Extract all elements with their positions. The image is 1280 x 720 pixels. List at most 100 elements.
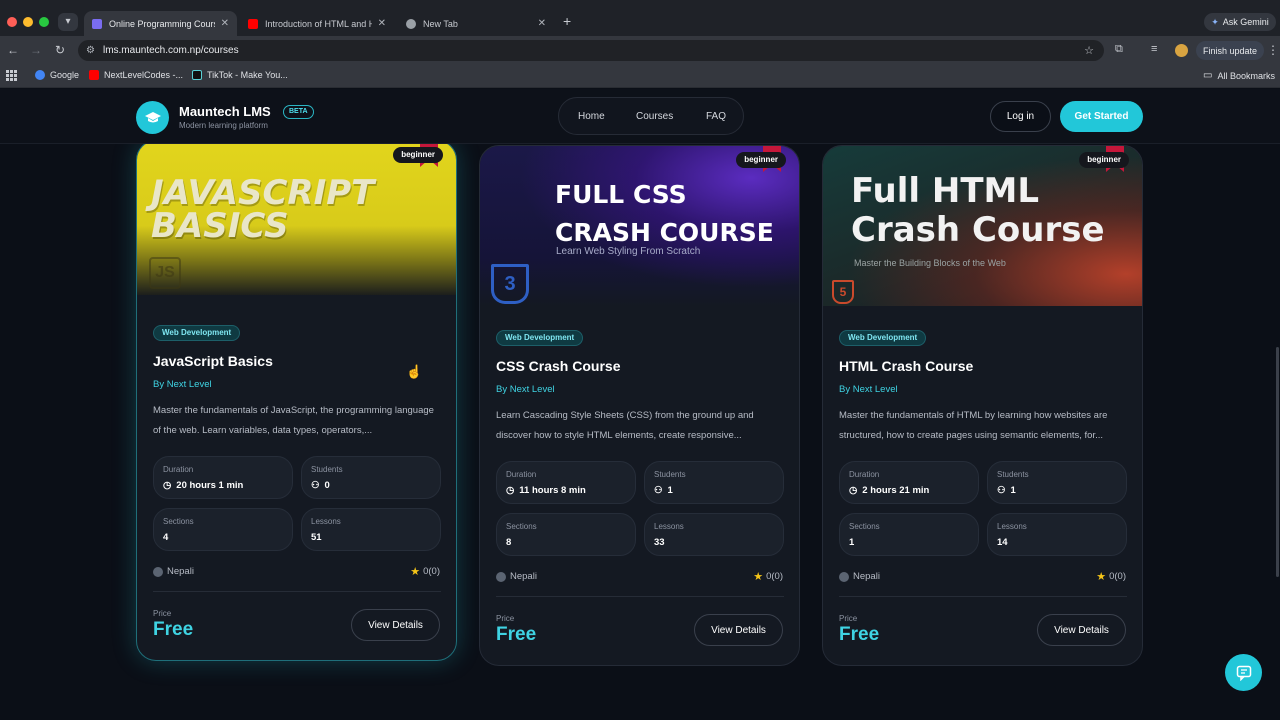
bookmark-star-icon[interactable]: ☆	[1084, 44, 1094, 57]
site-favicon-icon	[92, 18, 102, 29]
stat-label: Duration	[163, 465, 194, 474]
course-title[interactable]: JavaScript Basics	[153, 353, 273, 369]
js-logo-icon: JS	[149, 257, 181, 289]
clock-icon: ◷	[163, 480, 172, 491]
extensions-puzzle-icon[interactable]: ⧉	[1115, 43, 1123, 56]
youtube-favicon-icon	[248, 18, 258, 29]
star-icon: ★	[753, 571, 764, 583]
nav-home[interactable]: Home	[578, 111, 605, 122]
tab-title: Introduction of HTML and Ho	[265, 18, 372, 29]
stat-sections: Sections 4	[153, 508, 293, 551]
stat-value: 4	[163, 532, 169, 543]
tiktok-icon	[192, 70, 202, 80]
stat-value: 1	[1010, 485, 1016, 496]
course-price: Free	[839, 624, 880, 645]
gemini-sparkle-icon: ✦	[1211, 16, 1219, 27]
stat-label: Students	[997, 470, 1029, 479]
course-card-css-crash-course[interactable]: FULL CSS CRASH COURSE Learn Web Styling …	[479, 145, 800, 666]
brand-name[interactable]: Mauntech LMS	[179, 104, 271, 119]
close-tab-icon[interactable]: ✕	[378, 18, 386, 29]
stat-label: Sections	[163, 517, 194, 526]
site-info-icon[interactable]: ⚙	[86, 45, 95, 56]
page-scrollbar[interactable]	[1276, 347, 1279, 577]
stat-label: Students	[654, 470, 686, 479]
bookmark-google[interactable]: Google	[35, 70, 79, 80]
nav-courses[interactable]: Courses	[636, 111, 673, 122]
stat-value: 1	[849, 537, 855, 548]
address-bar[interactable]: ⚙ lms.mauntech.com.np/courses ☆	[78, 40, 1104, 61]
users-icon: ⚇	[311, 480, 320, 491]
course-description: Learn Cascading Style Sheets (CSS) from …	[496, 410, 754, 441]
stat-students: Students ⚇ 0	[301, 456, 441, 499]
media-queue-icon[interactable]: ≡	[1151, 43, 1157, 55]
profile-avatar[interactable]	[1175, 44, 1188, 57]
login-button[interactable]: Log in	[990, 101, 1051, 132]
category-badge: Web Development	[839, 330, 927, 346]
view-details-button[interactable]: View Details	[1037, 614, 1126, 646]
stat-label: Sections	[506, 522, 537, 531]
tab-new-tab[interactable]: New Tab ✕	[398, 11, 554, 36]
language-label: Nepali	[167, 566, 194, 577]
close-window-button[interactable]	[7, 17, 17, 27]
new-tab-plus-icon[interactable]: +	[563, 13, 571, 29]
language-label: Nepali	[853, 571, 880, 582]
get-started-button[interactable]: Get Started	[1060, 101, 1143, 132]
view-details-button[interactable]: View Details	[351, 609, 440, 641]
view-details-button[interactable]: View Details	[694, 614, 783, 646]
tab-search-chevron-icon[interactable]: ▾	[58, 13, 78, 31]
stat-value: 14	[997, 537, 1008, 548]
reload-icon[interactable]: ↻	[55, 43, 65, 57]
chat-icon[interactable]	[1225, 654, 1262, 691]
graduation-cap-icon[interactable]	[136, 101, 169, 134]
bookmark-tiktok[interactable]: TikTok - Make You...	[192, 70, 288, 80]
category-badge: Web Development	[496, 330, 584, 346]
course-banner: JAVASCRIPT BASICS JS beginner	[137, 141, 456, 295]
brand-tagline: Modern learning platform	[179, 121, 268, 130]
stat-sections: Sections 1	[839, 513, 979, 556]
tab-online-programming-courses[interactable]: Online Programming Courses ✕	[84, 11, 237, 36]
course-banner: FULL CSS CRASH COURSE Learn Web Styling …	[480, 146, 799, 306]
course-card-javascript-basics[interactable]: JAVASCRIPT BASICS JS beginner Web Develo…	[136, 140, 457, 661]
course-card-html-crash-course[interactable]: Full HTML Crash Course Master the Buildi…	[822, 145, 1143, 666]
tab-introduction-html[interactable]: Introduction of HTML and Ho ✕	[240, 11, 394, 36]
course-author[interactable]: By Next Level	[153, 379, 212, 390]
bookmark-label: Google	[50, 70, 80, 80]
stat-value: 33	[654, 537, 665, 548]
stat-duration: Duration ◷ 11 hours 8 min	[496, 461, 636, 504]
forward-arrow-icon[interactable]: →	[30, 43, 42, 57]
more-menu-icon[interactable]: ⋮	[1267, 43, 1279, 57]
course-title[interactable]: HTML Crash Course	[839, 358, 973, 374]
maximize-window-button[interactable]	[39, 17, 49, 27]
course-author[interactable]: By Next Level	[839, 384, 898, 395]
tab-title: New Tab	[423, 18, 458, 29]
rating-value: 0(0)	[1109, 571, 1126, 582]
bookmark-label: NextLevelCodes -...	[104, 70, 184, 80]
apps-grid-icon[interactable]	[6, 70, 17, 81]
close-tab-icon[interactable]: ✕	[221, 18, 229, 29]
stat-value: 8	[506, 537, 512, 548]
finish-update-button[interactable]: Finish update	[1196, 41, 1264, 60]
stat-label: Lessons	[311, 517, 341, 526]
all-bookmarks-folder[interactable]: ▭ All Bookmarks	[1203, 70, 1275, 81]
clock-icon: ◷	[849, 485, 858, 496]
course-banner: Full HTML Crash Course Master the Buildi…	[823, 146, 1142, 306]
card-divider	[153, 591, 441, 592]
close-tab-icon[interactable]: ✕	[538, 18, 546, 29]
bookmark-nextlevelcodes[interactable]: NextLevelCodes -...	[89, 70, 183, 80]
users-icon: ⚇	[654, 485, 663, 496]
star-icon: ★	[1096, 571, 1107, 583]
back-arrow-icon[interactable]: ←	[7, 43, 19, 57]
users-icon: ⚇	[997, 485, 1006, 496]
course-rating: ★ 0(0)	[753, 570, 783, 583]
tab-title: Online Programming Courses	[109, 18, 215, 29]
stat-students: Students ⚇ 1	[987, 461, 1127, 504]
course-author[interactable]: By Next Level	[496, 384, 555, 395]
minimize-window-button[interactable]	[23, 17, 33, 27]
course-price: Free	[496, 624, 537, 645]
course-title[interactable]: CSS Crash Course	[496, 358, 620, 374]
chrome-favicon-icon	[406, 18, 416, 29]
price-label: Price	[153, 609, 172, 618]
nav-faq[interactable]: FAQ	[706, 111, 726, 122]
ask-gemini-button[interactable]: ✦ Ask Gemini	[1204, 13, 1276, 31]
google-icon	[35, 70, 45, 80]
